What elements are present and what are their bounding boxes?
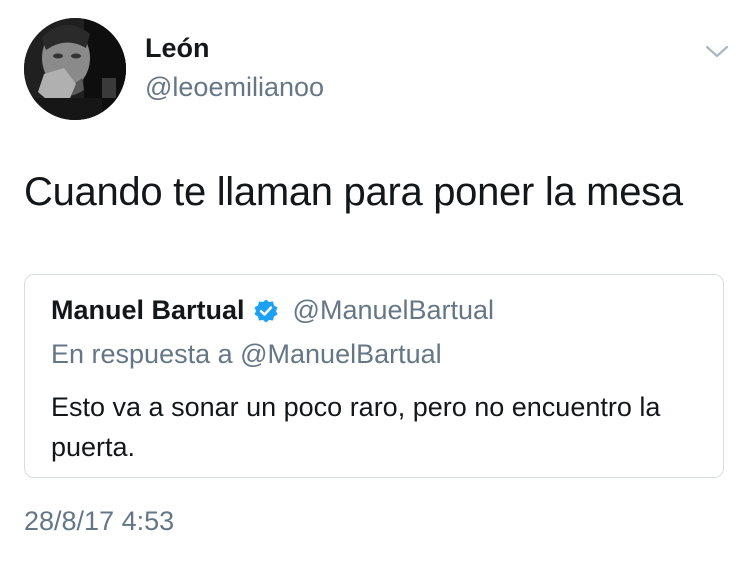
chevron-down-icon[interactable] [702, 40, 732, 62]
quoted-author-name: Manuel Bartual [51, 295, 245, 325]
author-handle[interactable]: @leoemilianoo [145, 72, 324, 103]
reply-context: En respuesta a @ManuelBartual [51, 339, 442, 369]
tweet-timestamp[interactable]: 28/8/17 4:53 [24, 506, 174, 537]
author-display-name[interactable]: León [145, 33, 210, 64]
quoted-author-handle: @ManuelBartual [292, 295, 495, 325]
tweet-text: Cuando te llaman para poner la mesa [24, 170, 683, 214]
avatar[interactable] [24, 18, 126, 120]
quoted-tweet-header: Manuel Bartual @ManuelBartual [51, 295, 494, 326]
quoted-tweet-text: Esto va a sonar un poco raro, pero no en… [51, 392, 661, 462]
avatar-photo [24, 18, 126, 120]
quoted-tweet-card[interactable]: Manuel Bartual @ManuelBartual En respues… [24, 274, 724, 478]
verified-badge-icon [253, 298, 279, 324]
